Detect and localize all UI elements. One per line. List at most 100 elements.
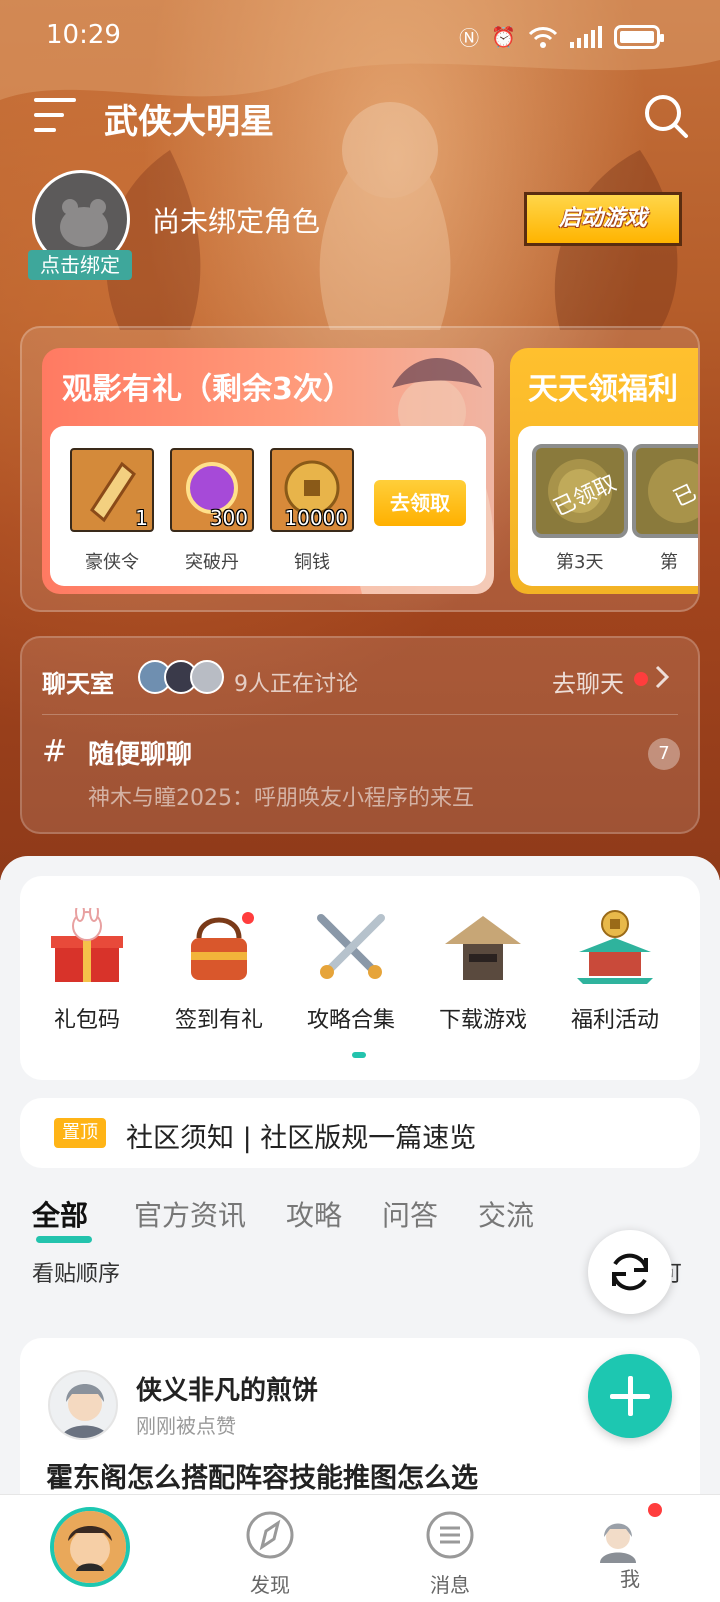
alarm-icon: ⏰ — [491, 24, 516, 49]
tab-discussion[interactable]: 交流 — [478, 1194, 534, 1234]
page-indicator — [352, 1052, 366, 1058]
sort-order-label[interactable]: 看贴顺序 — [32, 1256, 120, 1288]
nav-label: 我 — [620, 1567, 640, 1591]
pavilion-icon — [577, 910, 653, 984]
unread-badge: 7 — [648, 738, 680, 770]
nav-discover[interactable]: 发现 — [180, 1495, 360, 1602]
avatar[interactable] — [48, 1370, 118, 1440]
signal-icon — [570, 25, 602, 48]
shortcut-gift-code[interactable]: 礼包码 — [32, 908, 142, 1038]
gift-box-icon — [51, 908, 123, 982]
reward-label: 豪侠令 — [85, 552, 139, 573]
discussion-count: 9人正在讨论 — [234, 672, 358, 697]
tab-all[interactable]: 全部 — [32, 1194, 88, 1234]
default-avatar-icon — [60, 199, 108, 247]
role-name: 尚未绑定角色 — [152, 205, 321, 238]
tab-qa[interactable]: 问答 — [382, 1194, 438, 1234]
reward-count: 300 — [209, 506, 248, 530]
room-name[interactable]: 随便聊聊 — [88, 734, 192, 771]
hero-banner: 10:29 Ⓝ ⏰ 武侠大明星 点击绑定 尚未绑定角色 启动游戏 观影有礼（剩余… — [0, 0, 720, 880]
menu-icon[interactable] — [34, 96, 76, 134]
pinned-badge: 置顶 — [54, 1118, 106, 1148]
nfc-icon: Ⓝ — [459, 26, 480, 50]
shortcut-guides[interactable]: 攻略合集 — [296, 908, 406, 1038]
shortcut-label: 签到有礼 — [174, 1008, 263, 1033]
participant-avatars — [138, 660, 238, 694]
copper-coin-icon: 10000 — [270, 448, 354, 532]
chevron-right-icon[interactable] — [652, 664, 672, 690]
status-bar: 10:29 Ⓝ ⏰ — [0, 0, 720, 74]
page-title: 武侠大明星 — [104, 102, 274, 142]
reward-label: 突破丹 — [185, 552, 239, 573]
active-tab-indicator — [36, 1236, 92, 1243]
claim-button[interactable]: 去领取 — [374, 480, 466, 526]
nav-label: 发现 — [250, 1573, 290, 1597]
plus-icon — [610, 1394, 650, 1399]
shortcut-download[interactable]: 下载游戏 — [428, 908, 538, 1038]
shortcut-label: 攻略合集 — [306, 1008, 395, 1033]
status-icons: Ⓝ ⏰ — [459, 22, 664, 51]
notification-dot — [634, 672, 648, 686]
go-chat-link[interactable]: 去聊天 — [552, 664, 624, 699]
battery-icon — [614, 24, 664, 49]
shortcut-label: 福利活动 — [570, 1008, 659, 1033]
straw-hat-icon — [445, 916, 521, 980]
bind-role-button[interactable]: 点击绑定 — [28, 250, 132, 280]
avatar — [190, 660, 224, 694]
profile-section: 点击绑定 尚未绑定角色 启动游戏 — [0, 168, 720, 288]
promo-panel: 观影有礼（剩余3次） 1 豪侠令 300 突破丹 10000 铜钱 去领取 天天… — [20, 326, 700, 612]
claimed-reward-icon: 已领取 — [532, 444, 628, 538]
notification-dot — [648, 1503, 662, 1517]
shortcut-checkin[interactable]: 签到有礼 — [164, 908, 274, 1038]
shortcut-label: 礼包码 — [53, 1008, 120, 1033]
watch-reward-title: 观影有礼（剩余3次） — [62, 372, 353, 407]
notice-title: 社区须知 | 社区版规一篇速览 — [126, 1123, 477, 1154]
breakthrough-pill-icon: 300 — [170, 448, 254, 532]
search-icon[interactable] — [642, 92, 690, 140]
reward-count: 10000 — [284, 506, 348, 530]
post-meta: 刚刚被点赞 — [136, 1414, 236, 1438]
watch-reward-card[interactable]: 观影有礼（剩余3次） 1 豪侠令 300 突破丹 10000 铜钱 去领取 — [42, 348, 494, 594]
reward-count: 1 — [135, 506, 148, 530]
day-label: 第 — [660, 552, 678, 573]
haoxia-token-icon: 1 — [70, 448, 154, 532]
status-time: 10:29 — [46, 20, 121, 50]
daily-rewards: 已领取 第3天 已 第 — [518, 426, 698, 586]
nav-messages[interactable]: 消息 — [360, 1495, 540, 1602]
message-icon — [426, 1511, 474, 1559]
refresh-button[interactable] — [588, 1230, 672, 1314]
nav-me[interactable]: 我 — [540, 1495, 720, 1602]
nav-home[interactable] — [0, 1495, 180, 1602]
hash-icon: # — [42, 734, 68, 769]
reward-items: 1 豪侠令 300 突破丹 10000 铜钱 去领取 — [50, 426, 486, 586]
claimed-reward-icon: 已 — [632, 444, 698, 538]
refresh-icon — [612, 1253, 648, 1291]
chat-room-title: 聊天室 — [42, 670, 114, 698]
compass-icon — [246, 1511, 294, 1559]
chat-room-panel[interactable]: 聊天室 9人正在讨论 去聊天 # 随便聊聊 7 神木与瞳2025：呼朋唤友小程序… — [20, 636, 700, 834]
bottom-nav: 发现 消息 我 — [0, 1494, 720, 1602]
shortcut-grid: 礼包码 签到有礼 攻略合集 下载游戏 福利活动 — [20, 876, 700, 1080]
pinned-notice[interactable]: 置顶 社区须知 | 社区版规一篇速览 — [20, 1098, 700, 1168]
game-avatar-icon — [50, 1507, 130, 1587]
day-label: 第3天 — [556, 552, 604, 573]
daily-welfare-title: 天天领福利 — [528, 372, 678, 407]
reward-label: 铜钱 — [294, 552, 330, 573]
create-post-button[interactable] — [588, 1354, 672, 1438]
content-sheet: 礼包码 签到有礼 攻略合集 下载游戏 福利活动 置顶 社区须知 | 社区版规一篇… — [0, 856, 720, 1602]
launch-game-button[interactable]: 启动游戏 — [524, 192, 682, 246]
tab-official-news[interactable]: 官方资讯 — [134, 1194, 246, 1234]
post-title[interactable]: 霍东阁怎么搭配阵容技能推图怎么选 — [46, 1456, 478, 1495]
user-avatar-icon — [600, 1523, 636, 1563]
wifi-icon — [528, 26, 558, 48]
daily-welfare-card[interactable]: 天天领福利 已领取 第3天 已 第 — [510, 348, 698, 594]
notification-dot — [242, 912, 254, 924]
post-author[interactable]: 侠义非凡的煎饼 — [136, 1370, 318, 1407]
nav-label: 消息 — [430, 1573, 470, 1597]
top-bar: 武侠大明星 — [0, 78, 720, 154]
divider — [42, 714, 678, 715]
tab-guides[interactable]: 攻略 — [286, 1194, 342, 1234]
shortcut-label: 下载游戏 — [438, 1008, 527, 1033]
shortcut-welfare[interactable]: 福利活动 — [560, 908, 670, 1038]
swords-icon — [317, 914, 385, 979]
